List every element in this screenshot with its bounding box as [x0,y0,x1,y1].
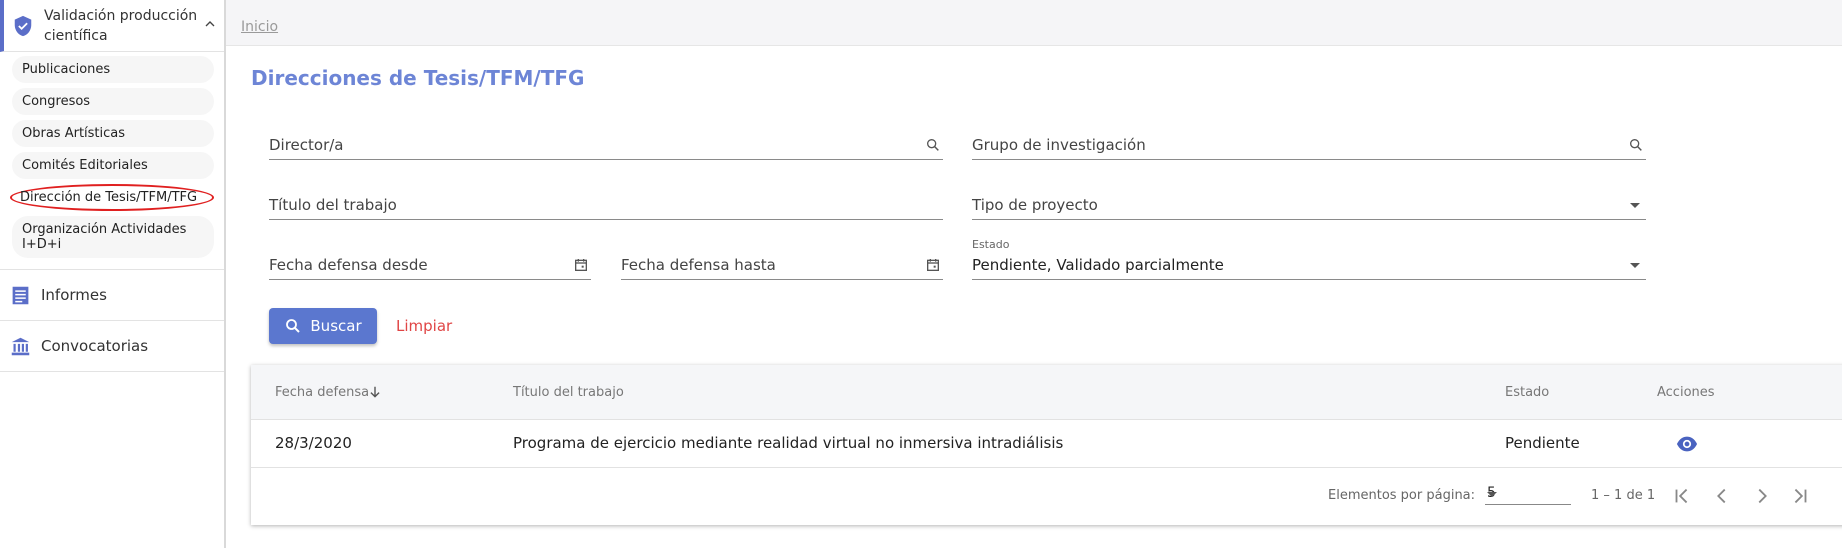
grupo-investigacion-label: Grupo de investigación [972,136,1146,154]
table-row: 28/3/2020 Programa de ejercicio mediante… [251,420,1842,468]
search-icon[interactable] [925,137,941,153]
breadcrumb-home-link[interactable]: Inicio [241,19,278,35]
sidebar-group-validacion[interactable]: Validación producción científica [0,0,224,52]
verified-shield-icon [14,15,32,37]
grupo-investigacion-field[interactable]: Grupo de investigación [972,130,1646,160]
titulo-trabajo-field[interactable]: Título del trabajo [269,190,943,220]
dropdown-arrow-icon [1487,492,1497,497]
search-icon[interactable] [1628,137,1644,153]
fecha-hasta-field[interactable]: Fecha defensa hasta [621,250,943,280]
tipo-proyecto-select[interactable]: Tipo de proyecto [972,190,1646,220]
first-page-icon[interactable] [1671,485,1693,507]
last-page-icon[interactable] [1789,485,1811,507]
sidebar-item-comites-editoriales[interactable]: Comités Editoriales [12,152,214,179]
sidebar-group-title: Validación producción científica [44,8,198,44]
calendar-icon[interactable] [925,257,941,273]
estado-value: Pendiente, Validado parcialmente [972,256,1224,274]
calendar-icon[interactable] [573,257,589,273]
items-per-page-label: Elementos por página: [1328,488,1476,503]
sidebar-item-organizacion-actividades[interactable]: Organización Actividades I+D+i [12,216,214,258]
director-field[interactable]: Director/a [269,130,943,160]
sort-arrow-down-icon[interactable] [368,385,382,399]
cell-titulo: Programa de ejercicio mediante realidad … [513,434,1064,452]
tipo-proyecto-label: Tipo de proyecto [972,196,1098,214]
chevron-up-icon[interactable] [202,16,218,32]
dropdown-arrow-icon [1630,203,1640,208]
sidebar-item-publicaciones[interactable]: Publicaciones [12,56,214,83]
institution-icon [11,337,30,355]
previous-page-icon[interactable] [1711,485,1733,507]
search-button-label: Buscar [310,317,362,335]
page-range: 1 – 1 de 1 [1591,488,1656,503]
sidebar-item-informes[interactable]: Informes [0,270,224,321]
header-estado: Estado [1505,385,1550,400]
search-button[interactable]: Buscar [269,308,377,344]
sidebar-item-label: Convocatorias [41,337,149,355]
header-titulo-trabajo: Título del trabajo [513,385,624,400]
page-title: Direcciones de Tesis/TFM/TFG [251,66,585,90]
header-fecha-defensa[interactable]: Fecha defensa [275,385,369,400]
view-eye-icon[interactable] [1675,433,1699,455]
header-acciones: Acciones [1657,385,1715,400]
sidebar-item-direccion-tesis[interactable]: Dirección de Tesis/TFM/TFG [10,184,214,211]
list-document-icon [12,286,29,304]
sidebar-item-label: Informes [41,286,107,304]
sidebar-item-obras-artisticas[interactable]: Obras Artísticas [12,120,214,147]
main-content: Inicio Direcciones de Tesis/TFM/TFG Dire… [226,0,1842,548]
breadcrumb: Inicio [226,0,1842,46]
fecha-desde-label: Fecha defensa desde [269,256,428,274]
header-fecha-label: Fecha defensa [275,385,370,400]
estado-floating-label: Estado [972,238,1010,251]
clear-button[interactable]: Limpiar [386,308,462,344]
fecha-hasta-label: Fecha defensa hasta [621,256,776,274]
sidebar-submenu: Publicaciones Congresos Obras Artísticas… [0,52,224,270]
results-table: Fecha defensa Título del trabajo Estado … [251,365,1842,525]
dropdown-arrow-icon [1630,263,1640,268]
estado-select[interactable]: Estado Pendiente, Validado parcialmente [972,238,1646,280]
sidebar-item-congresos[interactable]: Congresos [12,88,214,115]
table-header: Fecha defensa Título del trabajo Estado … [251,365,1842,420]
fecha-desde-field[interactable]: Fecha defensa desde [269,250,591,280]
sidebar: Validación producción científica Publica… [0,0,226,548]
page-size-select[interactable]: 5 [1485,483,1571,505]
cell-estado: Pendiente [1505,434,1580,452]
titulo-trabajo-label: Título del trabajo [269,196,397,214]
paginator: Elementos por página: 5 1 – 1 de 1 [251,468,1842,524]
cell-fecha: 28/3/2020 [275,434,352,452]
sidebar-item-convocatorias[interactable]: Convocatorias [0,321,224,372]
next-page-icon[interactable] [1751,485,1773,507]
search-icon [286,319,301,333]
director-label: Director/a [269,136,344,154]
